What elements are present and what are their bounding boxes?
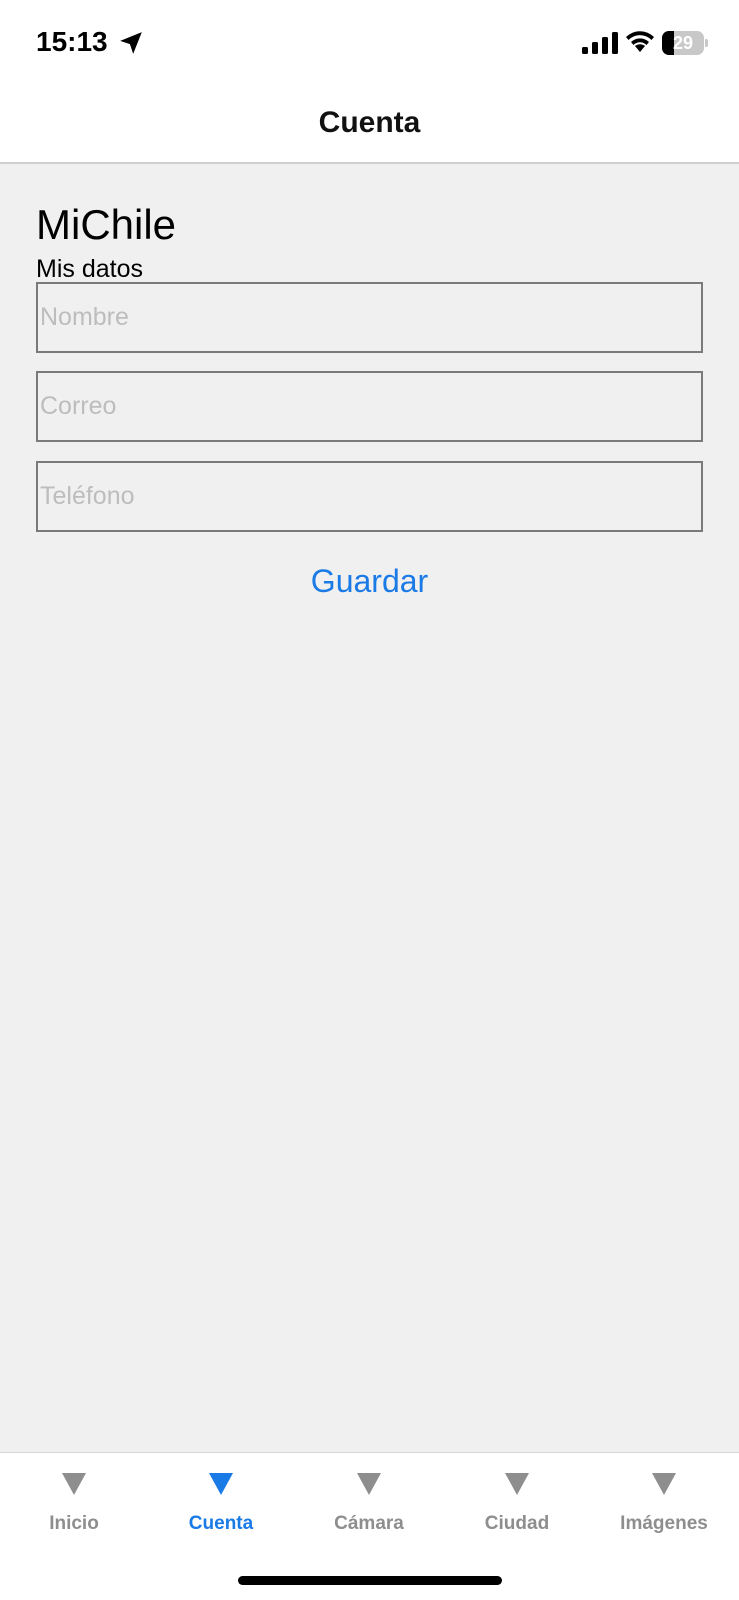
tab-label: Cuenta [188, 1513, 254, 1534]
tab-label: Cámara [334, 1513, 404, 1534]
battery-icon: 29 [662, 31, 708, 55]
tab-inicio[interactable]: Inicio [0, 1453, 148, 1563]
save-button[interactable]: Guardar [0, 563, 739, 600]
signal-bars-icon [582, 32, 618, 54]
email-field[interactable] [36, 371, 703, 442]
phone-field[interactable] [36, 461, 703, 532]
tab-camara[interactable]: Cámara [295, 1453, 443, 1563]
status-bar: 15:13 29 [0, 0, 739, 84]
navigation-bar: Cuenta [0, 84, 739, 164]
battery-percent: 29 [672, 33, 694, 53]
tab-cuenta[interactable]: Cuenta [147, 1453, 295, 1563]
triangle-down-icon [357, 1473, 381, 1495]
tab-ciudad[interactable]: Ciudad [443, 1453, 591, 1563]
wifi-icon [626, 31, 654, 52]
section-label: Mis datos [36, 255, 143, 283]
page-title: Cuenta [318, 106, 421, 139]
triangle-down-icon [62, 1473, 86, 1495]
home-indicator[interactable] [238, 1576, 502, 1585]
tab-label: Ciudad [484, 1513, 550, 1534]
tab-label: Inicio [49, 1513, 99, 1534]
triangle-down-icon [209, 1473, 233, 1495]
tab-imagenes[interactable]: Imágenes [590, 1453, 738, 1563]
tab-label: Imágenes [620, 1513, 708, 1534]
account-screen: 15:13 29 Cuenta MiChile Mis datos Nombre… [0, 0, 739, 1600]
triangle-down-icon [652, 1473, 676, 1495]
triangle-down-icon [505, 1473, 529, 1495]
status-time: 15:13 [36, 26, 108, 57]
location-arrow-icon [120, 32, 142, 54]
name-field[interactable] [36, 282, 703, 353]
app-title: MiChile [36, 201, 177, 248]
